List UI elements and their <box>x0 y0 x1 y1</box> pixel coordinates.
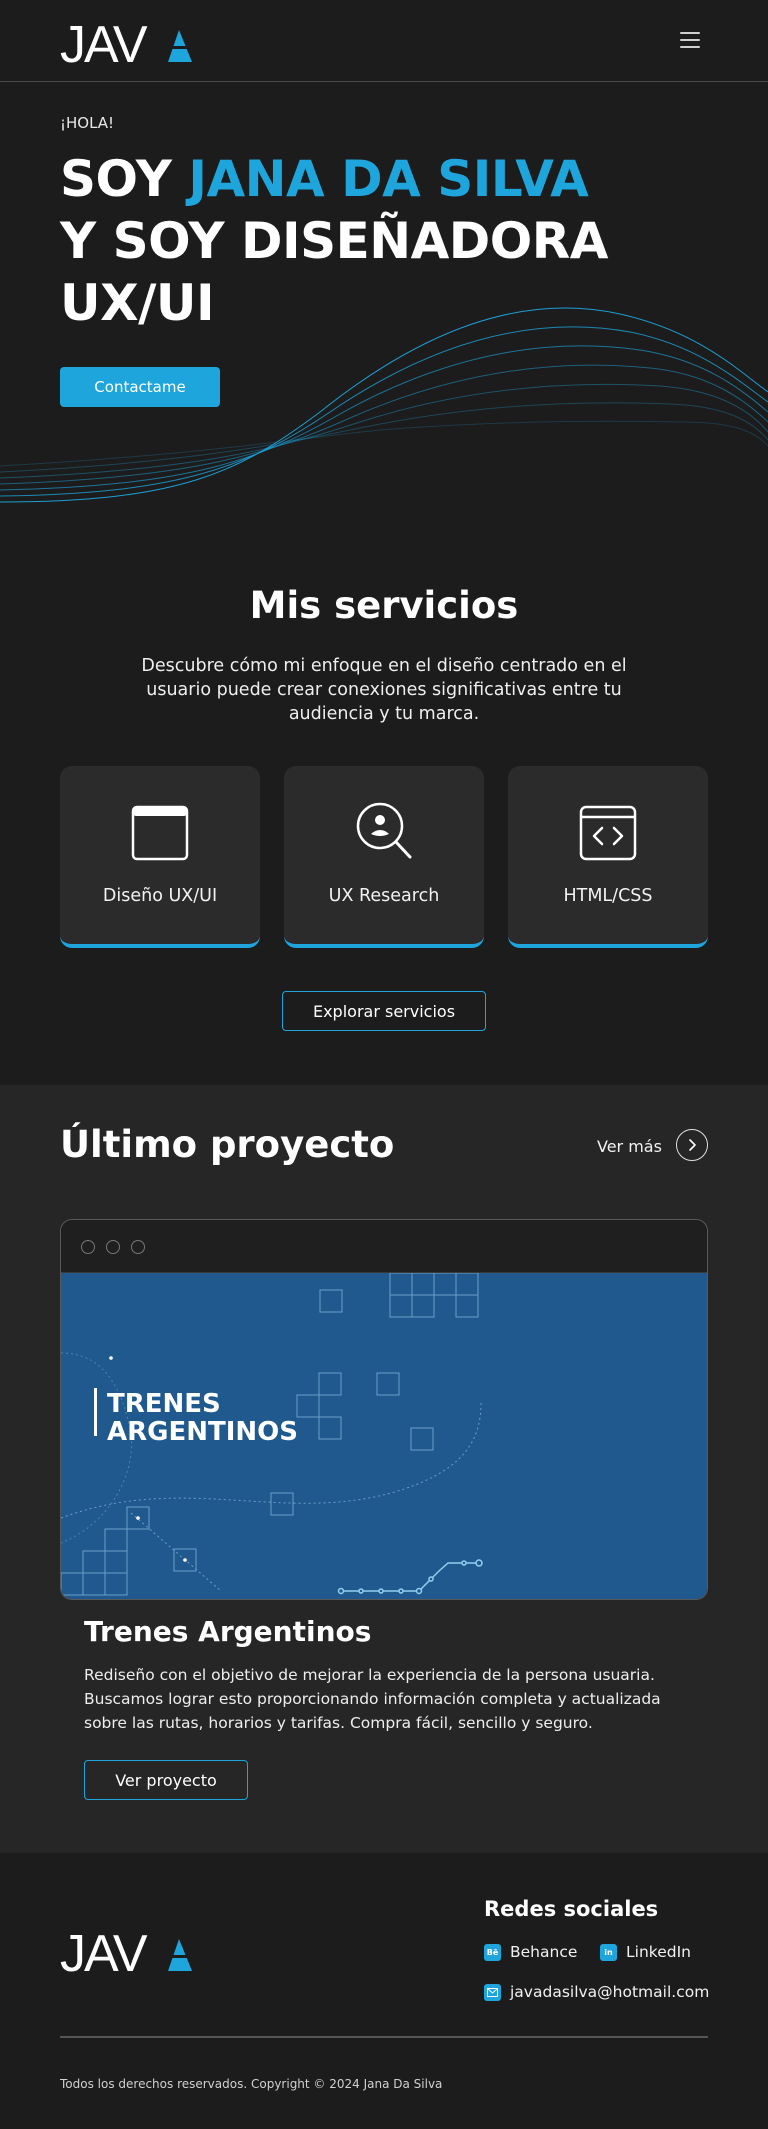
service-card-html-css[interactable]: HTML/CSS <box>508 766 708 948</box>
services-section: Mis servicios Descubre cómo mi enfoque e… <box>0 542 768 1085</box>
hero-title-line2: Y SOY DISEÑADORA <box>60 212 608 270</box>
code-icon <box>579 805 637 861</box>
hero-title-prefix: SOY <box>60 150 189 208</box>
project-description: Rediseño con el objetivo de mejorar la e… <box>84 1666 661 1732</box>
thumbnail-graphics: TRENES ARGENTINOS <box>61 1273 483 1596</box>
email-link[interactable]: javadasilva@hotmail.com <box>484 1983 709 2001</box>
footer-divider <box>60 2036 708 2038</box>
browser-bar <box>61 1220 707 1273</box>
see-more-link[interactable]: Ver más <box>597 1137 662 1156</box>
java-logo[interactable]: JAV <box>60 1927 194 1975</box>
linkedin-label: LinkedIn <box>626 1943 691 1961</box>
hero-greeting: ¡HOLA! <box>60 114 115 132</box>
behance-icon: Bē <box>484 1943 501 1961</box>
java-logo[interactable]: JAV <box>60 18 194 66</box>
service-card-ux-ui[interactable]: Diseño UX/UI <box>60 766 260 948</box>
user-search-icon <box>356 802 412 859</box>
thumbnail-title-line1: TRENES <box>107 1389 221 1419</box>
behance-link[interactable]: Bē Behance <box>484 1943 577 1961</box>
project-section-title: Último proyecto <box>60 1123 395 1166</box>
window-dot-icon <box>106 1240 120 1254</box>
project-name: Trenes Argentinos <box>84 1615 372 1648</box>
behance-label: Behance <box>510 1943 578 1961</box>
thumbnail-title-line2: ARGENTINOS <box>107 1417 298 1447</box>
latest-project-section: Último proyecto Ver más TRENES ARGENTINO… <box>0 1085 768 1853</box>
hamburger-menu-icon[interactable] <box>680 32 700 50</box>
browser-window-icon <box>131 805 189 861</box>
project-thumbnail[interactable]: TRENES ARGENTINOS <box>60 1219 708 1600</box>
thumbnail-screen: TRENES ARGENTINOS <box>61 1273 707 1599</box>
service-card-label: Diseño UX/UI <box>102 886 218 906</box>
email-label: javadasilva@hotmail.com <box>510 1983 710 2001</box>
site-header: JAV <box>0 0 768 82</box>
window-dot-icon <box>81 1240 95 1254</box>
hero-title-line3: UX/UI <box>60 274 215 332</box>
window-dot-icon <box>131 1240 145 1254</box>
hero-title-name: JANA DA SILVA <box>188 150 589 208</box>
service-card-label: HTML/CSS <box>563 886 653 906</box>
svg-text:JAV: JAV <box>60 18 148 66</box>
contact-button[interactable]: Contactame <box>60 367 220 407</box>
svg-text:JAV: JAV <box>60 1927 148 1975</box>
view-project-button[interactable]: Ver proyecto <box>84 1760 248 1800</box>
linkedin-icon: in <box>600 1943 617 1961</box>
site-footer: JAV Redes sociales Bē Behance in LinkedI… <box>0 1853 768 2129</box>
mail-icon <box>484 1983 501 2001</box>
services-description: Descubre cómo mi enfoque en el diseño ce… <box>141 656 627 724</box>
hero-title: SOY JANA DA SILVA Y SOY DISEÑADORA UX/UI <box>60 148 608 334</box>
hero-section: ¡HOLA! SOY JANA DA SILVA Y SOY DISEÑADOR… <box>0 82 768 542</box>
service-card-label: UX Research <box>328 886 440 906</box>
social-title: Redes sociales <box>484 1897 659 1921</box>
explore-services-button[interactable]: Explorar servicios <box>282 991 486 1031</box>
copyright-text: Todos los derechos reservados. Copyright… <box>60 2077 443 2091</box>
service-card-ux-research[interactable]: UX Research <box>284 766 484 948</box>
chevron-right-icon[interactable] <box>676 1129 708 1161</box>
services-title: Mis servicios <box>249 584 519 627</box>
linkedin-link[interactable]: in LinkedIn <box>600 1943 691 1961</box>
services-cards: Diseño UX/UI UX Research HTML/CSS <box>60 766 708 948</box>
